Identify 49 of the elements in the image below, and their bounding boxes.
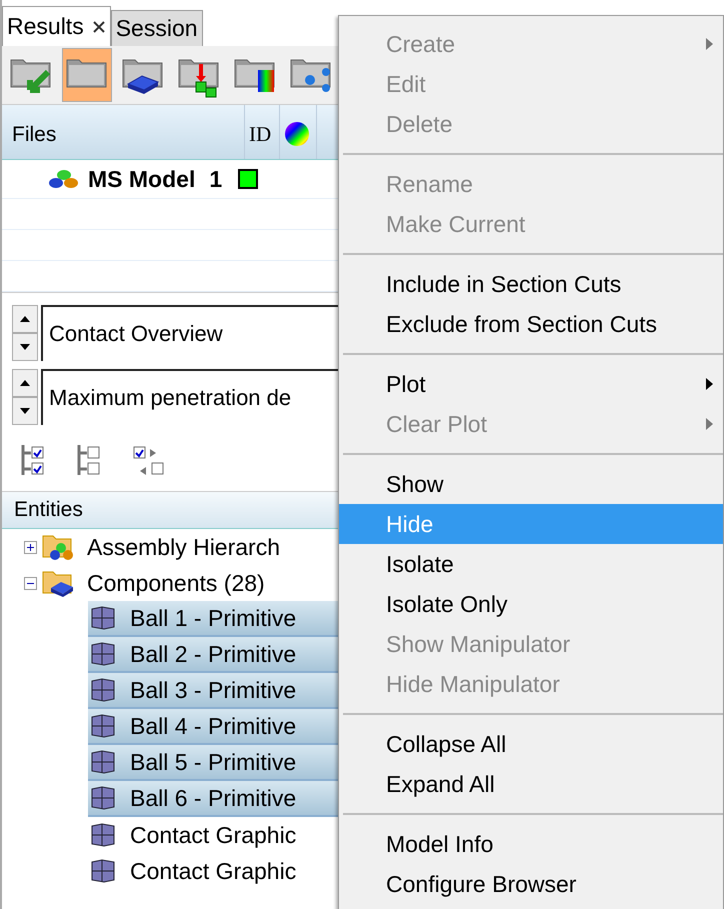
tree-item[interactable]: Ball 2 - Primitive	[88, 637, 340, 673]
component-icon	[90, 859, 116, 883]
menu-item[interactable]: Isolate Only	[339, 584, 723, 624]
down-arrow-button[interactable]	[12, 397, 38, 425]
menu-item[interactable]: Collapse All	[339, 724, 723, 764]
menu-item[interactable]: Include in Section Cuts	[339, 264, 723, 304]
tree-item[interactable]: Ball 1 - Primitive	[88, 601, 340, 637]
tree-item[interactable]: Components (28)	[87, 570, 265, 596]
model-icon	[46, 168, 80, 190]
component-icon	[90, 786, 116, 810]
file-name: MS Model	[88, 166, 196, 192]
down-arrow-button[interactable]	[12, 333, 38, 361]
column-header[interactable]: Files	[2, 105, 245, 159]
tree-item[interactable]: Ball 4 - Primitive	[88, 709, 340, 745]
menu-item[interactable]: Isolate	[339, 544, 723, 584]
tree-item[interactable]: Contact Graphic	[88, 854, 340, 888]
tree-item[interactable]: Ball 6 - Primitive	[88, 781, 340, 817]
tree-item[interactable]: Contact Graphic	[88, 818, 340, 852]
expand-icon[interactable]	[24, 540, 37, 554]
panel-tab[interactable]: Results	[2, 6, 111, 46]
file-id: 1	[209, 166, 222, 192]
folder-icon[interactable]	[62, 48, 112, 102]
collapse-icon[interactable]	[24, 576, 37, 590]
panel-tab[interactable]: Session	[110, 10, 203, 46]
down-arrow-icon	[20, 408, 30, 414]
component-icon	[90, 642, 116, 666]
menu-item[interactable]: Exclude from Section Cuts	[339, 304, 723, 344]
menu-item[interactable]: Show	[339, 464, 723, 504]
component-icon	[90, 606, 116, 630]
tree-item[interactable]: Assembly Hierarch	[87, 534, 280, 560]
column-header[interactable]: ID	[245, 105, 280, 159]
menu-item[interactable]: Configure Browser	[339, 864, 723, 904]
up-arrow-icon	[20, 316, 30, 322]
down-arrow-icon	[20, 344, 30, 350]
up-arrow-button[interactable]	[12, 305, 38, 333]
close-icon[interactable]	[92, 20, 106, 34]
component-icon	[90, 750, 116, 774]
up-arrow-button[interactable]	[12, 369, 38, 397]
component-icon	[90, 823, 116, 847]
menu-item[interactable]: Expand All	[339, 764, 723, 804]
up-arrow-icon	[20, 380, 30, 386]
menu-item[interactable]: Plot	[339, 364, 723, 404]
component-icon	[90, 714, 116, 738]
component-icon	[90, 678, 116, 702]
column-header: Entities	[2, 492, 340, 529]
tree-item[interactable]: Ball 3 - Primitive	[88, 673, 340, 709]
color-wheel-icon	[284, 121, 310, 147]
tree-item[interactable]: Ball 5 - Primitive	[88, 745, 340, 781]
menu-item[interactable]: Model Info	[339, 824, 723, 864]
